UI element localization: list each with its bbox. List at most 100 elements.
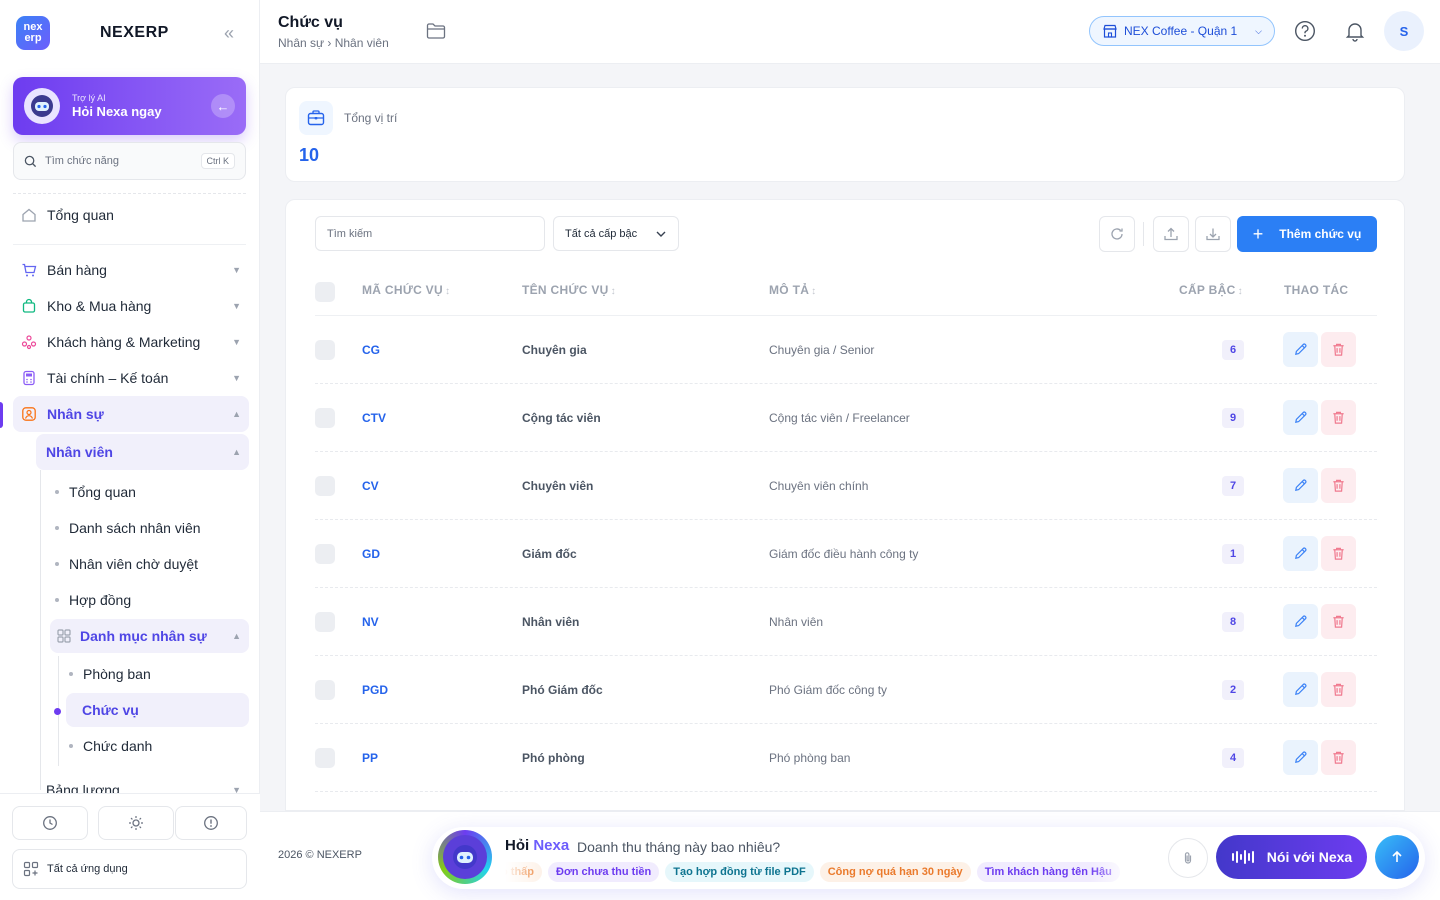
table-row[interactable]: GD Giám đốc Giám đốc điều hành công ty 1 bbox=[315, 520, 1377, 588]
nexa-avatar[interactable] bbox=[438, 830, 492, 884]
search-input[interactable] bbox=[315, 216, 545, 251]
table-row[interactable]: CTV Cộng tác viên Cộng tác viên / Freela… bbox=[315, 384, 1377, 452]
row-checkbox[interactable] bbox=[315, 340, 335, 360]
suggestion-chip[interactable]: o thấp bbox=[505, 862, 542, 882]
send-button[interactable] bbox=[1375, 835, 1419, 879]
store-selector[interactable]: NEX Coffee - Quận 1 ⌵ bbox=[1089, 16, 1275, 46]
alert-circle-icon bbox=[204, 816, 218, 830]
column-header-description[interactable]: MÔ TẢ ↕ bbox=[769, 283, 816, 297]
row-checkbox[interactable] bbox=[315, 680, 335, 700]
position-description: Nhân viên bbox=[769, 615, 824, 629]
column-header-name[interactable]: TÊN CHỨC VỤ ↕ bbox=[522, 283, 616, 297]
table-row[interactable]: PP Phó phòng Phó phòng ban 4 bbox=[315, 724, 1377, 792]
suggestion-chip[interactable]: Tạo hợp đồng từ file PDF bbox=[665, 862, 814, 882]
sidebar-item-inventory[interactable]: Kho & Mua hàng ▼ bbox=[13, 288, 249, 324]
level-badge: 7 bbox=[1222, 476, 1244, 496]
table-row[interactable]: CV Chuyên viên Chuyên viên chính 7 bbox=[315, 452, 1377, 520]
position-code[interactable]: CG bbox=[362, 343, 380, 357]
talk-to-nexa-button[interactable]: Nói với Nexa bbox=[1216, 835, 1367, 879]
caret-up-icon: ▲ bbox=[232, 409, 241, 419]
delete-button[interactable] bbox=[1321, 740, 1356, 775]
sidebar-item-overview[interactable]: Tổng quan bbox=[13, 197, 249, 233]
avatar[interactable]: S bbox=[1384, 11, 1424, 51]
edit-button[interactable] bbox=[1283, 468, 1318, 503]
edit-button[interactable] bbox=[1283, 740, 1318, 775]
edit-button[interactable] bbox=[1283, 604, 1318, 639]
position-code[interactable]: NV bbox=[362, 615, 379, 629]
delete-button[interactable] bbox=[1321, 332, 1356, 367]
double-chevron-left-icon[interactable]: « bbox=[224, 23, 234, 44]
breadcrumb[interactable]: Nhân sự › Nhân viên bbox=[278, 36, 389, 50]
edit-button[interactable] bbox=[1283, 672, 1318, 707]
sidebar-item-hr-catalog[interactable]: Danh mục nhân sự ▲ bbox=[50, 619, 249, 653]
edit-button[interactable] bbox=[1283, 332, 1318, 367]
table-row[interactable]: NV Nhân viên Nhân viên 8 bbox=[315, 588, 1377, 656]
position-code[interactable]: CV bbox=[362, 479, 379, 493]
nexa-question-input[interactable]: Doanh thu tháng này bao nhiêu? bbox=[577, 839, 780, 855]
select-all-checkbox[interactable] bbox=[315, 282, 335, 302]
history-button[interactable] bbox=[12, 806, 88, 840]
table-header: MÃ CHỨC VỤ ↕ TÊN CHỨC VỤ ↕ MÔ TẢ ↕ CẤP BẬC ↕… bbox=[315, 270, 1377, 316]
position-code[interactable]: GD bbox=[362, 547, 380, 561]
sidebar-bottom: Tất cả ứng dụng bbox=[0, 793, 260, 900]
sidebar-item-customers[interactable]: Khách hàng & Marketing ▼ bbox=[13, 324, 249, 360]
level-filter-select[interactable]: Tất cả cấp bậc bbox=[553, 216, 679, 251]
column-header-level[interactable]: CẤP BẬC ↕ bbox=[1179, 283, 1243, 297]
sidebar-item-departments[interactable]: Phòng ban bbox=[69, 656, 151, 692]
delete-button[interactable] bbox=[1321, 468, 1356, 503]
divider bbox=[13, 193, 246, 194]
table-row[interactable]: CG Chuyên gia Chuyên gia / Senior 6 bbox=[315, 316, 1377, 384]
folder-icon[interactable] bbox=[426, 22, 446, 45]
add-position-button[interactable]: + Thêm chức vụ bbox=[1237, 216, 1377, 252]
suggestion-chip[interactable]: Đơn chưa thu tiền bbox=[548, 862, 660, 882]
position-code[interactable]: PGD bbox=[362, 683, 388, 697]
row-checkbox[interactable] bbox=[315, 408, 335, 428]
sidebar-item-titles[interactable]: Chức danh bbox=[69, 728, 152, 764]
suggestion-chip[interactable]: Tìm khách hàng tên Hậu bbox=[976, 862, 1120, 882]
delete-button[interactable] bbox=[1321, 604, 1356, 639]
bell-icon[interactable] bbox=[1344, 20, 1366, 47]
sidebar-item-employees[interactable]: Nhân viên ▲ bbox=[36, 434, 249, 470]
delete-button[interactable] bbox=[1321, 672, 1356, 707]
export-button[interactable] bbox=[1195, 216, 1231, 252]
column-header-code[interactable]: MÃ CHỨC VỤ ↕ bbox=[362, 283, 450, 297]
robot-icon bbox=[443, 835, 487, 879]
sidebar-item-emp-overview[interactable]: Tổng quan bbox=[55, 474, 136, 510]
arrow-left-icon[interactable]: ← bbox=[211, 94, 235, 118]
sidebar-item-hr[interactable]: Nhân sự ▲ bbox=[13, 396, 249, 432]
attach-button[interactable] bbox=[1168, 838, 1208, 878]
report-button[interactable] bbox=[175, 806, 247, 840]
brand-name: NEXERP bbox=[100, 24, 169, 41]
help-icon[interactable] bbox=[1294, 20, 1316, 47]
edit-button[interactable] bbox=[1283, 536, 1318, 571]
caret-up-icon: ▲ bbox=[232, 447, 241, 457]
upload-icon bbox=[1164, 227, 1178, 241]
row-checkbox[interactable] bbox=[315, 748, 335, 768]
edit-button[interactable] bbox=[1283, 400, 1318, 435]
position-code[interactable]: CTV bbox=[362, 411, 386, 425]
sidebar-item-emp-pending[interactable]: Nhân viên chờ duyệt bbox=[55, 546, 198, 582]
row-checkbox[interactable] bbox=[315, 544, 335, 564]
sidebar-item-contracts[interactable]: Hợp đồng bbox=[55, 582, 131, 618]
user-badge-icon bbox=[20, 405, 38, 423]
row-checkbox[interactable] bbox=[315, 612, 335, 632]
all-apps-button[interactable]: Tất cả ứng dụng bbox=[12, 849, 247, 889]
delete-button[interactable] bbox=[1321, 536, 1356, 571]
refresh-button[interactable] bbox=[1099, 216, 1135, 252]
position-code[interactable]: PP bbox=[362, 751, 378, 765]
sidebar: nex erp NEXERP « Trợ lý AI Hỏi Nexa ngay… bbox=[0, 0, 260, 900]
logo[interactable]: nex erp bbox=[16, 16, 50, 50]
table-row[interactable]: PGD Phó Giám đốc Phó Giám đốc công ty 2 bbox=[315, 656, 1377, 724]
suggestion-chip[interactable]: Công nợ quá hạn 30 ngày bbox=[819, 862, 971, 882]
chevron-down-icon bbox=[656, 231, 666, 237]
import-button[interactable] bbox=[1153, 216, 1189, 252]
sidebar-item-positions[interactable]: Chức vụ bbox=[66, 693, 249, 727]
sidebar-item-emp-list[interactable]: Danh sách nhân viên bbox=[55, 510, 201, 546]
sidebar-item-sales[interactable]: Bán hàng ▼ bbox=[13, 252, 249, 288]
ai-assistant-card[interactable]: Trợ lý AI Hỏi Nexa ngay ← bbox=[13, 77, 246, 135]
sidebar-search[interactable]: Tìm chức năng Ctrl K bbox=[13, 142, 246, 180]
theme-button[interactable] bbox=[98, 806, 174, 840]
delete-button[interactable] bbox=[1321, 400, 1356, 435]
row-checkbox[interactable] bbox=[315, 476, 335, 496]
sidebar-item-finance[interactable]: Tài chính – Kế toán ▼ bbox=[13, 360, 249, 396]
